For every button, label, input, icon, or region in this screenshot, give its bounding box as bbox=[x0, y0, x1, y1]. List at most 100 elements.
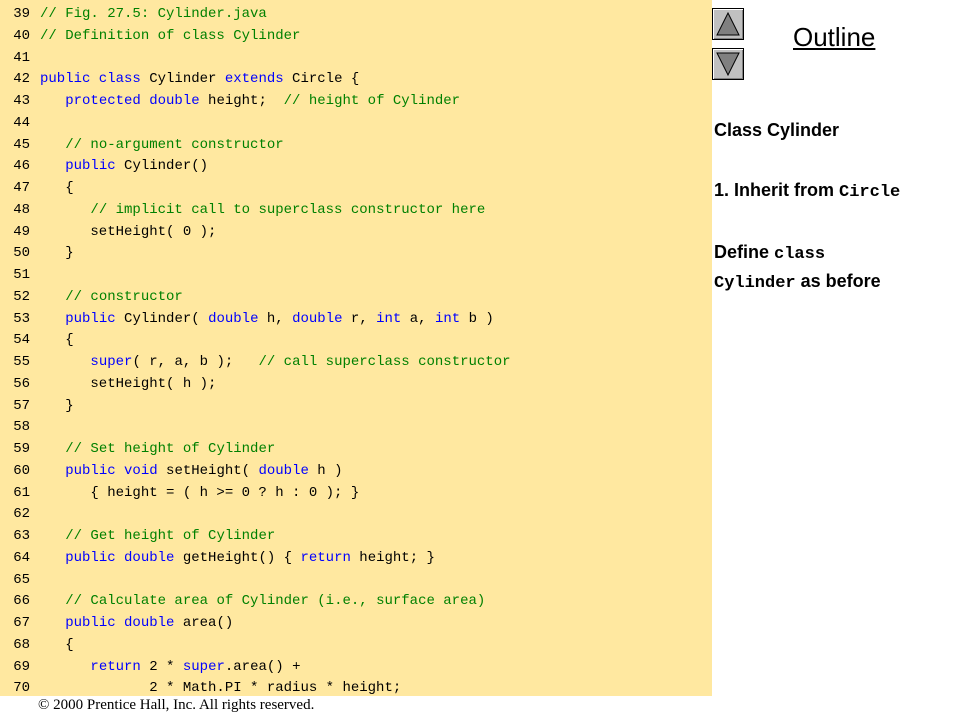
line-number: 70 bbox=[13, 680, 30, 696]
code-line: 43 protected double height; // height of… bbox=[0, 91, 460, 113]
code-text: super( r, a, b ); // call superclass con… bbox=[40, 352, 510, 374]
code-line: 50 } bbox=[0, 243, 73, 265]
code-text: 2 * Math.PI * radius * height; bbox=[40, 678, 401, 696]
line-number: 42 bbox=[13, 71, 30, 88]
code-token: { height = ( h >= 0 ? h : 0 ); } bbox=[40, 484, 360, 501]
line-number: 43 bbox=[13, 93, 30, 109]
outline-item-inherit: 1. Inherit from Circle bbox=[714, 177, 954, 206]
line-number: 51 bbox=[13, 267, 30, 283]
code-token: Cylinder() bbox=[115, 158, 209, 175]
code-keyword: public void bbox=[65, 462, 158, 479]
code-line: 41 bbox=[0, 48, 40, 70]
outline-item-define-code-cylinder: Cylinder bbox=[714, 274, 796, 293]
code-token: getHeight() { bbox=[174, 549, 301, 566]
next-slide-button[interactable] bbox=[712, 48, 744, 80]
code-line: 66 // Calculate area of Cylinder (i.e., … bbox=[0, 591, 485, 613]
code-line: 45 // no-argument constructor bbox=[0, 135, 283, 157]
code-text: setHeight( h ); bbox=[40, 374, 216, 396]
code-line: 39 // Fig. 27.5: Cylinder.java bbox=[0, 4, 267, 26]
line-number: 60 bbox=[13, 462, 30, 479]
line-number: 49 bbox=[13, 223, 30, 240]
code-text: protected double height; // height of Cy… bbox=[40, 91, 460, 113]
code-text: public double area() bbox=[40, 613, 233, 635]
previous-slide-button[interactable] bbox=[712, 8, 744, 40]
code-line: 52 // constructor bbox=[0, 287, 183, 309]
line-number: 65 bbox=[13, 571, 30, 588]
code-token: 2 * Math.PI * radius * height; bbox=[40, 680, 402, 696]
code-line: 56 setHeight( h ); bbox=[0, 374, 216, 396]
code-line: 53 public Cylinder( double h, double r, … bbox=[0, 309, 494, 331]
outline-item-define-suffix: as before bbox=[795, 271, 881, 291]
line-number: 67 bbox=[13, 615, 30, 631]
code-keyword: extends bbox=[224, 71, 284, 88]
code-line: 51 bbox=[0, 265, 40, 287]
outline-item-define: Define class Cylinder as before bbox=[714, 239, 954, 297]
code-text: // Definition of class Cylinder bbox=[40, 26, 300, 48]
triangle-up-icon bbox=[716, 12, 740, 36]
code-line: 40 // Definition of class Cylinder bbox=[0, 26, 300, 48]
code-text: public void setHeight( double h ) bbox=[40, 461, 342, 483]
code-line: 69 return 2 * super.area() + bbox=[0, 657, 301, 679]
code-line: 57 } bbox=[0, 396, 73, 418]
code-comment: // Calculate area of Cylinder (i.e., sur… bbox=[65, 593, 486, 610]
code-line: 49 setHeight( 0 ); bbox=[0, 222, 216, 244]
code-comment: // Set height of Cylinder bbox=[65, 441, 276, 457]
line-number: 68 bbox=[13, 636, 30, 653]
code-text: public double getHeight() { return heigh… bbox=[40, 548, 435, 570]
triangle-down-icon bbox=[716, 52, 740, 76]
line-number: 47 bbox=[13, 180, 30, 196]
line-number: 64 bbox=[13, 549, 30, 566]
code-line: 54 { bbox=[0, 330, 73, 352]
code-listing: 39 // Fig. 27.5: Cylinder.java 40 // Defini… bbox=[0, 0, 712, 696]
line-number: 39 bbox=[13, 6, 30, 22]
line-number: 69 bbox=[13, 658, 30, 675]
code-token: { bbox=[40, 180, 74, 196]
code-token: .area() + bbox=[224, 658, 301, 675]
code-keyword: int bbox=[434, 310, 461, 327]
code-token: { bbox=[40, 636, 74, 653]
line-number: 44 bbox=[13, 114, 30, 131]
code-text: public Cylinder() bbox=[40, 156, 208, 178]
code-token: Cylinder bbox=[140, 71, 225, 88]
line-number: 53 bbox=[13, 310, 30, 327]
line-number: 59 bbox=[13, 441, 30, 457]
code-line: 44 bbox=[0, 113, 40, 135]
code-text: // Calculate area of Cylinder (i.e., sur… bbox=[40, 591, 485, 613]
code-token: setHeight( bbox=[157, 462, 259, 479]
code-line: 70 2 * Math.PI * radius * height; bbox=[0, 678, 401, 696]
code-token: height; } bbox=[350, 549, 435, 566]
code-line: 48 // implicit call to superclass constr… bbox=[0, 200, 485, 222]
outline-link[interactable]: Outline bbox=[793, 22, 875, 53]
code-token: 2 * bbox=[140, 658, 183, 675]
line-number: 58 bbox=[13, 419, 30, 436]
code-text: { bbox=[40, 178, 74, 200]
code-keyword: return bbox=[300, 549, 351, 566]
code-keyword: int bbox=[376, 310, 402, 327]
line-number: 55 bbox=[13, 354, 30, 370]
copyright-symbol: © bbox=[38, 697, 50, 713]
line-number: 41 bbox=[13, 49, 30, 66]
code-keyword: return bbox=[90, 658, 141, 675]
code-keyword: public bbox=[65, 310, 116, 327]
code-line: 58 bbox=[0, 417, 40, 439]
code-line: 67 public double area() bbox=[0, 613, 233, 635]
code-keyword: protected double bbox=[65, 93, 200, 109]
code-keyword: double bbox=[258, 462, 309, 479]
code-line: 61 { height = ( h >= 0 ? h : 0 ); } bbox=[0, 483, 359, 505]
code-line: 60 public void setHeight( double h ) bbox=[0, 461, 342, 483]
code-line: 68 { bbox=[0, 635, 74, 657]
code-token: Circle { bbox=[283, 71, 360, 88]
code-token: area() bbox=[174, 615, 234, 631]
code-line: 63 // Get height of Cylinder bbox=[0, 526, 275, 548]
code-text: public Cylinder( double h, double r, int… bbox=[40, 309, 494, 331]
code-text: { bbox=[40, 635, 74, 657]
line-number: 63 bbox=[13, 528, 30, 544]
